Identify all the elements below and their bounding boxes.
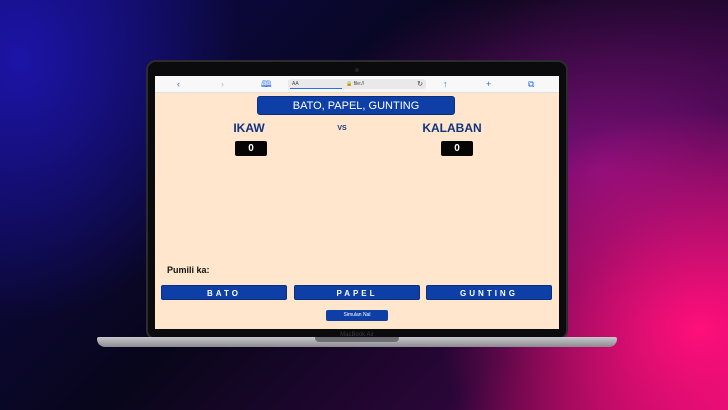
player-label: IKAW — [233, 121, 265, 135]
player-score: 0 — [235, 141, 267, 156]
game-title: BATO, PAPEL, GUNTING — [257, 96, 455, 115]
camera-icon — [355, 68, 359, 72]
choice-bato-button[interactable]: BATO — [161, 285, 287, 300]
restart-button[interactable]: Simulan Nal — [326, 310, 388, 321]
load-progress-bar — [290, 88, 342, 89]
laptop-screen: ‹ › 🕮 AA 🔒 file:// ↻ ↑ + ⧉ BATO, PAPEL, … — [155, 76, 559, 329]
back-icon[interactable]: ‹ — [177, 78, 180, 90]
cpu-score: 0 — [441, 141, 473, 156]
address-bar[interactable]: AA 🔒 file:// ↻ — [288, 79, 426, 89]
tabs-icon[interactable]: ⧉ — [528, 78, 534, 90]
share-icon[interactable]: ↑ — [443, 78, 448, 90]
bookmarks-icon[interactable]: 🕮 — [261, 78, 272, 90]
new-tab-icon[interactable]: + — [486, 78, 491, 90]
reload-icon[interactable]: ↻ — [417, 80, 423, 88]
laptop-brand-label: MacBook Air — [340, 332, 374, 338]
reader-toggle[interactable]: AA — [292, 81, 299, 87]
choice-papel-button[interactable]: PAPEL — [294, 285, 420, 300]
choice-gunting-button[interactable]: GUNTING — [426, 285, 552, 300]
browser-toolbar: ‹ › 🕮 AA 🔒 file:// ↻ ↑ + ⧉ — [155, 76, 559, 93]
forward-icon[interactable]: › — [221, 78, 224, 90]
url-text: 🔒 file:// — [346, 81, 365, 87]
cpu-label: KALABAN — [422, 121, 482, 135]
vs-label: VS — [337, 125, 347, 132]
choose-prompt: Pumili ka: — [167, 265, 210, 275]
